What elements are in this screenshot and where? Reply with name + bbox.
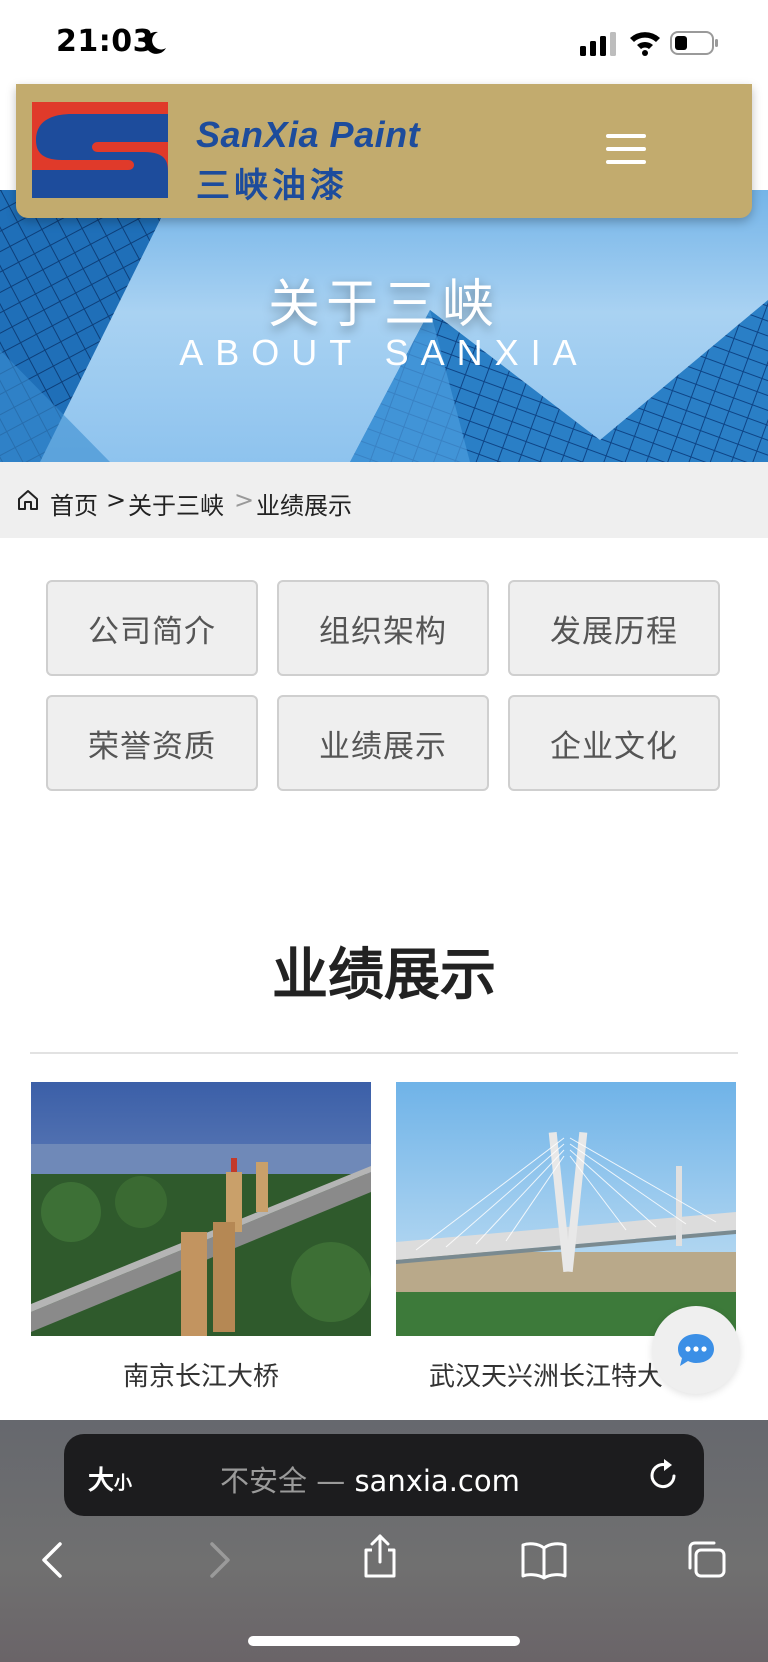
nav-honors-button[interactable]: 荣誉资质	[46, 695, 258, 791]
home-icon[interactable]	[16, 488, 40, 512]
section-title: 业绩展示	[272, 943, 496, 1008]
wifi-icon	[630, 32, 660, 56]
nav-history-button[interactable]: 发展历程	[508, 580, 720, 676]
address-text[interactable]: 不安全 — sanxia.com	[220, 1458, 550, 1500]
share-icon[interactable]	[360, 1532, 400, 1580]
breadcrumb: 首页 > 关于三峡 > 业绩展示	[0, 462, 768, 538]
battery-icon	[670, 31, 718, 55]
moon-icon	[145, 31, 166, 54]
hamburger-menu-icon[interactable]	[606, 134, 648, 166]
project-label-nanjing-bridge[interactable]: 南京长江大桥	[31, 1356, 371, 1393]
logo-text-en: SanXia Paint	[196, 114, 421, 155]
site-header: SanXia Paint 三峡油漆	[16, 84, 752, 218]
hero-banner: 关于三峡 ABOUT SANXIA	[0, 190, 768, 462]
section-divider	[30, 1052, 738, 1054]
nav-company-profile-button[interactable]: 公司简介	[46, 580, 258, 676]
breadcrumb-separator: >	[234, 486, 255, 514]
logo-text-cn: 三峡油漆	[196, 166, 348, 206]
hero-subtitle: ABOUT SANXIA	[179, 332, 589, 373]
sanxia-logo-icon[interactable]	[32, 102, 168, 198]
chat-button[interactable]	[652, 1306, 740, 1394]
cellular-signal-icon	[580, 32, 616, 56]
back-icon[interactable]	[38, 1540, 68, 1580]
tabs-icon[interactable]	[684, 1540, 728, 1580]
home-indicator[interactable]	[248, 1636, 520, 1646]
bookmarks-icon[interactable]	[520, 1540, 568, 1580]
url-domain: sanxia.com	[354, 1464, 520, 1498]
project-image-wuhan-bridge[interactable]	[396, 1082, 736, 1336]
forward-icon[interactable]	[204, 1540, 234, 1580]
status-bar: 21:03	[0, 0, 768, 86]
breadcrumb-home-link[interactable]: 首页	[50, 486, 98, 521]
breadcrumb-current: 业绩展示	[256, 492, 352, 520]
nav-culture-button[interactable]: 企业文化	[508, 695, 720, 791]
security-warning: 不安全 —	[220, 1464, 355, 1498]
reload-icon[interactable]	[648, 1458, 680, 1492]
hero-title: 关于三峡	[267, 275, 500, 335]
nav-achievements-button[interactable]: 业绩展示	[277, 695, 489, 791]
status-time: 21:03	[56, 24, 154, 59]
nav-organization-button[interactable]: 组织架构	[277, 580, 489, 676]
breadcrumb-separator: >	[106, 486, 127, 514]
text-size-button[interactable]: 大小	[88, 1460, 132, 1497]
project-image-nanjing-bridge[interactable]	[31, 1082, 371, 1336]
breadcrumb-parent-link[interactable]: 关于三峡	[128, 486, 224, 521]
project-label-wuhan-bridge[interactable]: 武汉天兴洲长江特大	[396, 1356, 696, 1393]
chat-bubble-icon	[678, 1334, 714, 1366]
